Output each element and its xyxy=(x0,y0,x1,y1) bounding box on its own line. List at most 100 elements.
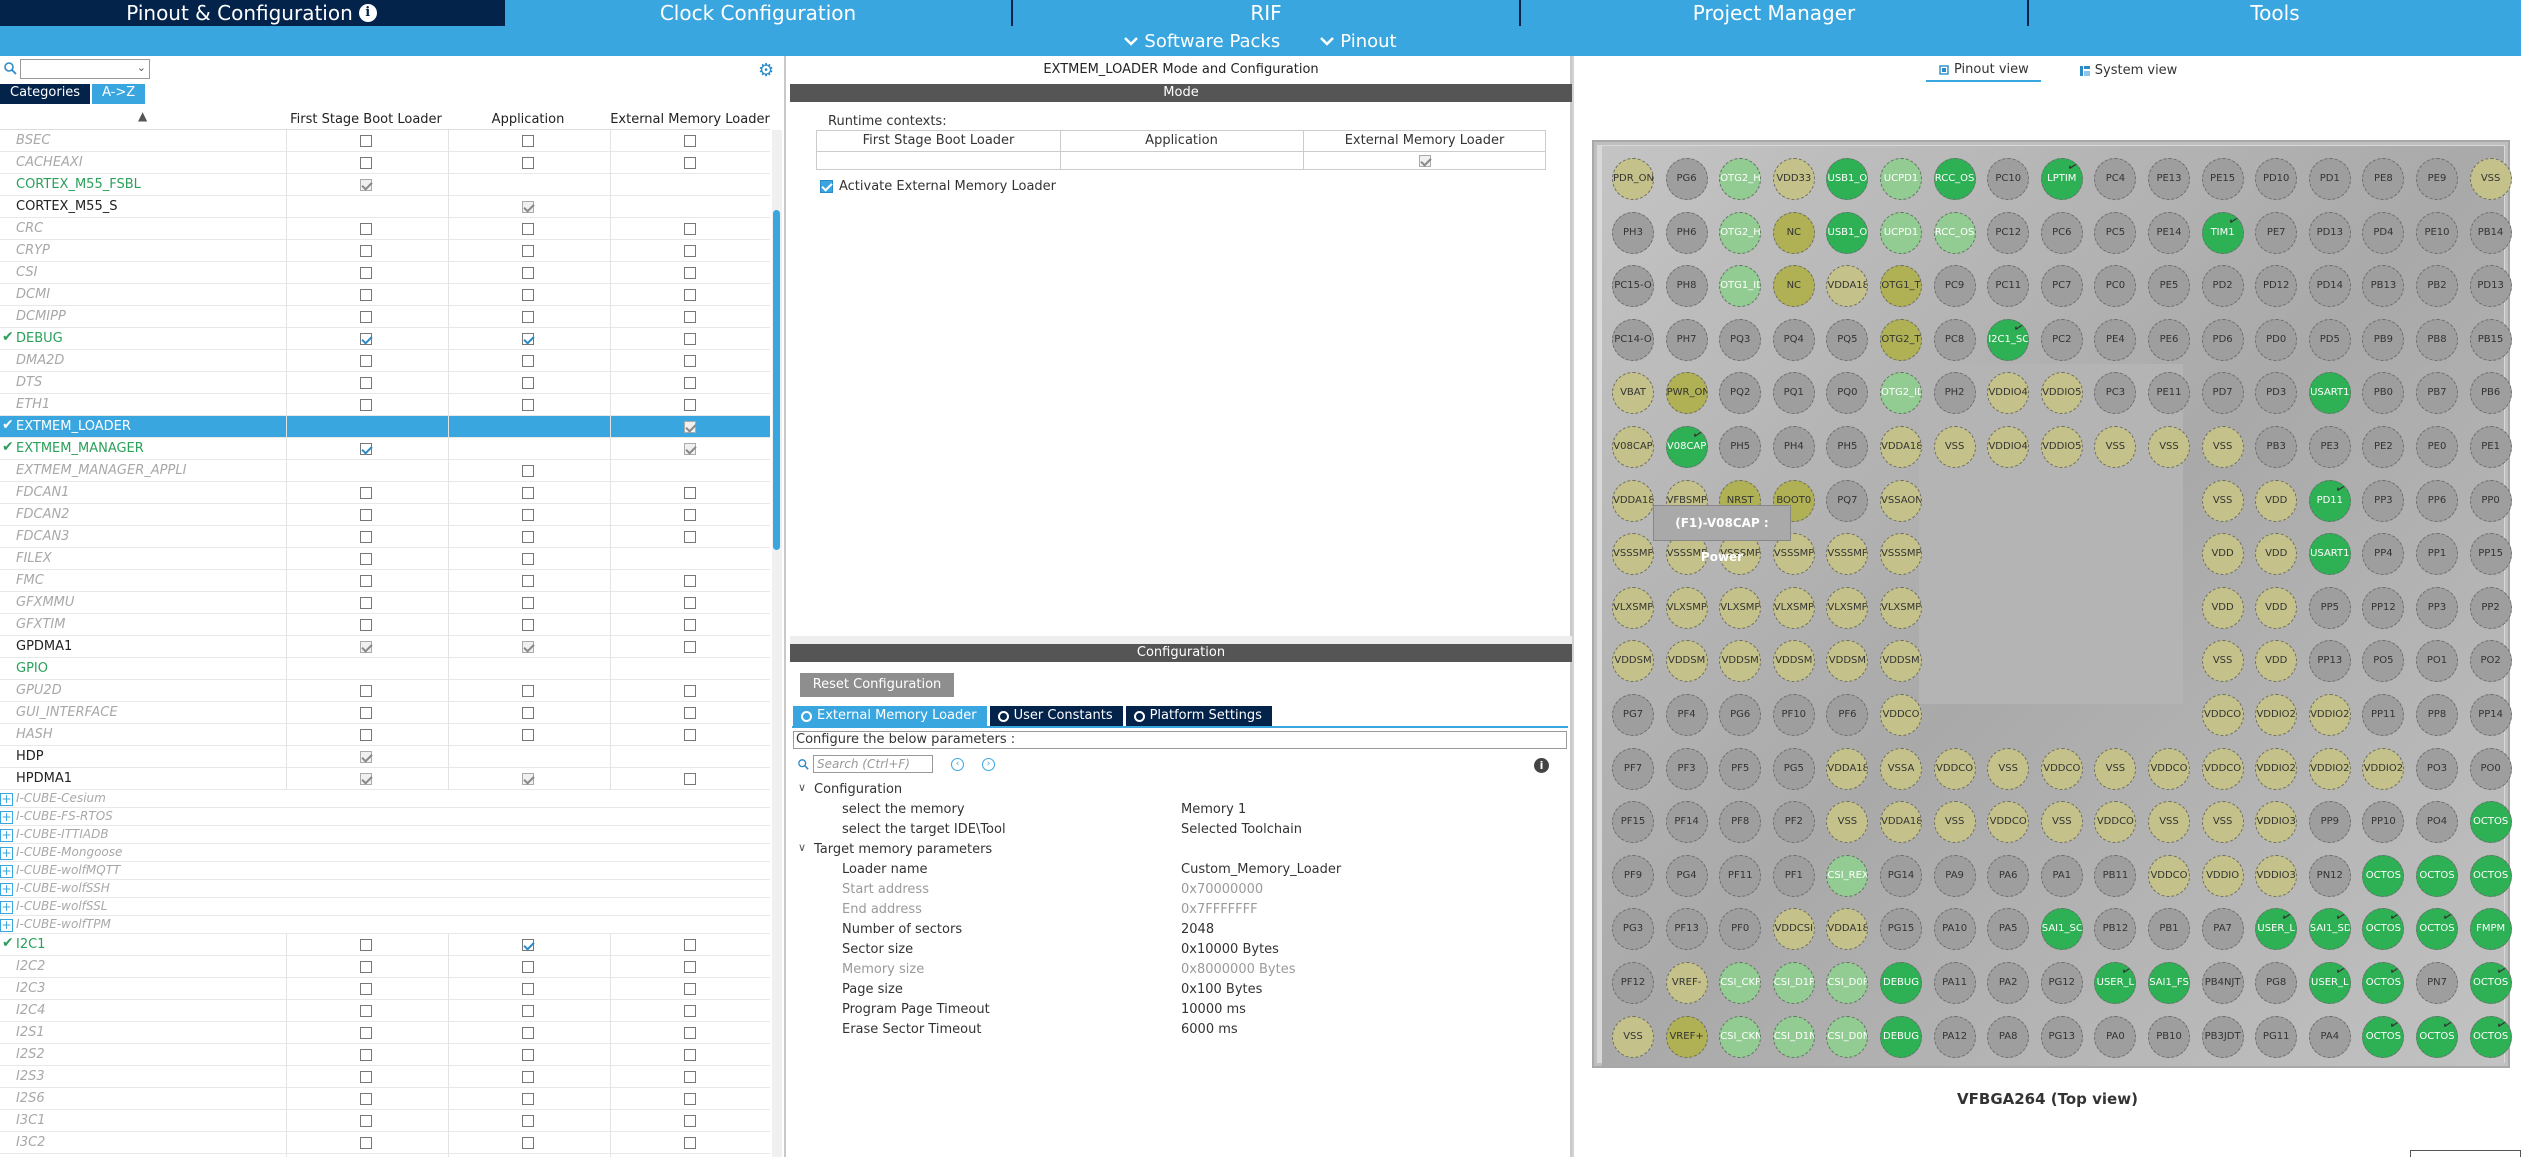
context-checkbox[interactable] xyxy=(522,1027,534,1039)
context-checkbox[interactable] xyxy=(684,333,696,345)
package-pin[interactable]: PA12 xyxy=(1933,1015,1976,1058)
component-row[interactable]: ETH1 xyxy=(0,394,770,416)
package-pin[interactable]: VLXSMPS xyxy=(1772,586,1815,629)
component-row[interactable]: + I-CUBE-FS-RTOS xyxy=(0,808,770,826)
package-pin[interactable]: OCTOS xyxy=(2469,854,2512,897)
context-checkbox[interactable] xyxy=(522,729,534,741)
package-pin[interactable]: VDDA18 xyxy=(1880,801,1922,844)
package-pin[interactable]: VSS xyxy=(2094,747,2137,790)
context-checkbox[interactable] xyxy=(522,1049,534,1061)
package-pin[interactable]: OCTOS xyxy=(2416,908,2458,951)
component-row[interactable]: FDCAN1 xyxy=(0,482,770,504)
package-pin[interactable]: PE9 xyxy=(2416,158,2458,200)
context-checkbox[interactable] xyxy=(684,157,696,169)
parameter-row[interactable]: Loader name Custom_Memory_Loader xyxy=(790,860,1572,880)
parameter-row[interactable]: select the target IDE\Tool Selected Toolc… xyxy=(790,820,1572,840)
package-pin[interactable]: CSI_D0N xyxy=(1826,1015,1869,1058)
component-row[interactable]: I2S1 xyxy=(0,1022,770,1044)
package-pin[interactable]: NC xyxy=(1772,265,1815,308)
context-checkbox[interactable] xyxy=(522,465,534,477)
component-row[interactable]: DMA2D xyxy=(0,350,770,372)
package-pin[interactable]: PP3 xyxy=(2362,479,2405,522)
package-pin[interactable]: VREF- xyxy=(1665,962,1708,1004)
component-row[interactable]: GFXTIM xyxy=(0,614,770,636)
context-checkbox[interactable] xyxy=(522,157,534,169)
package-pin[interactable]: VDD xyxy=(2255,479,2298,522)
package-pin[interactable]: PQ5 xyxy=(1826,318,1869,361)
tab-user-constants[interactable]: User Constants xyxy=(989,706,1123,726)
parameter-row[interactable]: Page size 0x100 Bytes xyxy=(790,980,1572,1000)
package-pin[interactable]: PQ7 xyxy=(1826,479,1869,522)
expand-plus-icon[interactable]: + xyxy=(0,901,13,914)
context-checkbox[interactable] xyxy=(522,939,534,951)
context-checkbox[interactable] xyxy=(522,333,534,345)
package-pin[interactable]: PH7 xyxy=(1665,318,1708,361)
context-checkbox[interactable] xyxy=(684,377,696,389)
package-pin[interactable]: VLXSMPS xyxy=(1665,586,1708,629)
package-pin[interactable]: VSSA xyxy=(1880,747,1922,790)
package-pin[interactable]: VDDSM xyxy=(1719,640,1762,683)
package-pin[interactable]: PB11 xyxy=(2094,854,2137,897)
context-checkbox[interactable] xyxy=(522,1115,534,1127)
package-pin[interactable]: PE3 xyxy=(2308,426,2351,468)
package-pin[interactable]: PE10 xyxy=(2416,211,2458,254)
expand-plus-icon[interactable]: + xyxy=(0,865,13,878)
context-checkbox[interactable] xyxy=(360,597,372,609)
package-pin[interactable]: PP5 xyxy=(2308,586,2351,629)
context-checkbox[interactable] xyxy=(360,509,372,521)
package-pin[interactable]: PH5 xyxy=(1719,426,1762,468)
context-checkbox[interactable] xyxy=(522,685,534,697)
search-combo-input[interactable]: ⌄ xyxy=(20,59,150,79)
context-checkbox[interactable] xyxy=(522,1137,534,1149)
package-pin[interactable]: VSSAON xyxy=(1880,479,1922,522)
gear-icon[interactable]: ⚙ xyxy=(758,60,774,81)
component-row[interactable]: + I-CUBE-wolfSSL xyxy=(0,898,770,916)
package-pin[interactable]: PG12 xyxy=(2040,962,2083,1004)
context-checkbox[interactable] xyxy=(360,399,372,411)
context-checkbox[interactable] xyxy=(522,553,534,565)
package-pin[interactable]: PA8 xyxy=(1987,1015,2030,1058)
package-pin[interactable]: PG3 xyxy=(1612,908,1654,951)
package-pin[interactable]: PA0 xyxy=(2094,1015,2137,1058)
parameter-row[interactable]: Start address 0x70000000 xyxy=(790,880,1572,900)
package-pin[interactable]: PD10 xyxy=(2255,158,2298,200)
package-pin[interactable]: VDDA18 xyxy=(1612,479,1654,522)
context-checkbox[interactable] xyxy=(360,223,372,235)
tab-system-view[interactable]: System view xyxy=(2067,62,2190,82)
package-pin[interactable]: PB10 xyxy=(2148,1015,2190,1058)
package-pin[interactable]: PG6 xyxy=(1719,694,1762,736)
package-pin[interactable]: PF1 xyxy=(1772,854,1815,897)
context-checkbox[interactable] xyxy=(360,377,372,389)
component-row[interactable]: I2S2 xyxy=(0,1044,770,1066)
package-pin[interactable]: PP6 xyxy=(2416,479,2458,522)
package-pin[interactable]: PD12 xyxy=(2255,265,2298,308)
package-pin[interactable]: PP12 xyxy=(2362,586,2405,629)
package-pin[interactable]: PE1 xyxy=(2469,426,2512,468)
package-pin[interactable]: PE8 xyxy=(2362,158,2405,200)
context-checkbox[interactable] xyxy=(522,1005,534,1017)
expand-plus-icon[interactable]: + xyxy=(0,883,13,896)
context-checkbox[interactable] xyxy=(684,1137,696,1149)
parameter-value[interactable]: 0x100 Bytes xyxy=(1181,982,1262,997)
package-pin[interactable]: PD13 xyxy=(2308,211,2351,254)
software-packs-menu[interactable]: Software Packs xyxy=(1124,31,1280,52)
package-pin[interactable]: VDDCO xyxy=(1880,694,1922,736)
package-pin[interactable]: RCC_OS xyxy=(1933,211,1976,254)
package-pin[interactable]: CSI_D1P xyxy=(1772,962,1815,1004)
package-pin[interactable]: NC xyxy=(1772,211,1815,254)
package-pin[interactable]: PF7 xyxy=(1612,747,1654,790)
context-checkbox[interactable] xyxy=(360,157,372,169)
package-pin[interactable]: PH3 xyxy=(1612,211,1654,254)
context-checkbox[interactable] xyxy=(684,267,696,279)
package-pin[interactable]: PH8 xyxy=(1665,265,1708,308)
context-checkbox[interactable] xyxy=(360,355,372,367)
package-pin[interactable]: PE2 xyxy=(2362,426,2405,468)
package-pin[interactable]: VDDSM xyxy=(1772,640,1815,683)
component-row[interactable]: ✔ I2C1 xyxy=(0,934,770,956)
package-pin[interactable]: PG14 xyxy=(1880,854,1922,897)
context-checkbox[interactable] xyxy=(684,355,696,367)
package-pin[interactable]: VDD xyxy=(2255,533,2298,576)
parameter-search-input[interactable]: Search (Ctrl+F) xyxy=(813,755,933,773)
context-checkbox[interactable] xyxy=(522,311,534,323)
package-pin[interactable]: VDDCO xyxy=(2201,747,2244,790)
